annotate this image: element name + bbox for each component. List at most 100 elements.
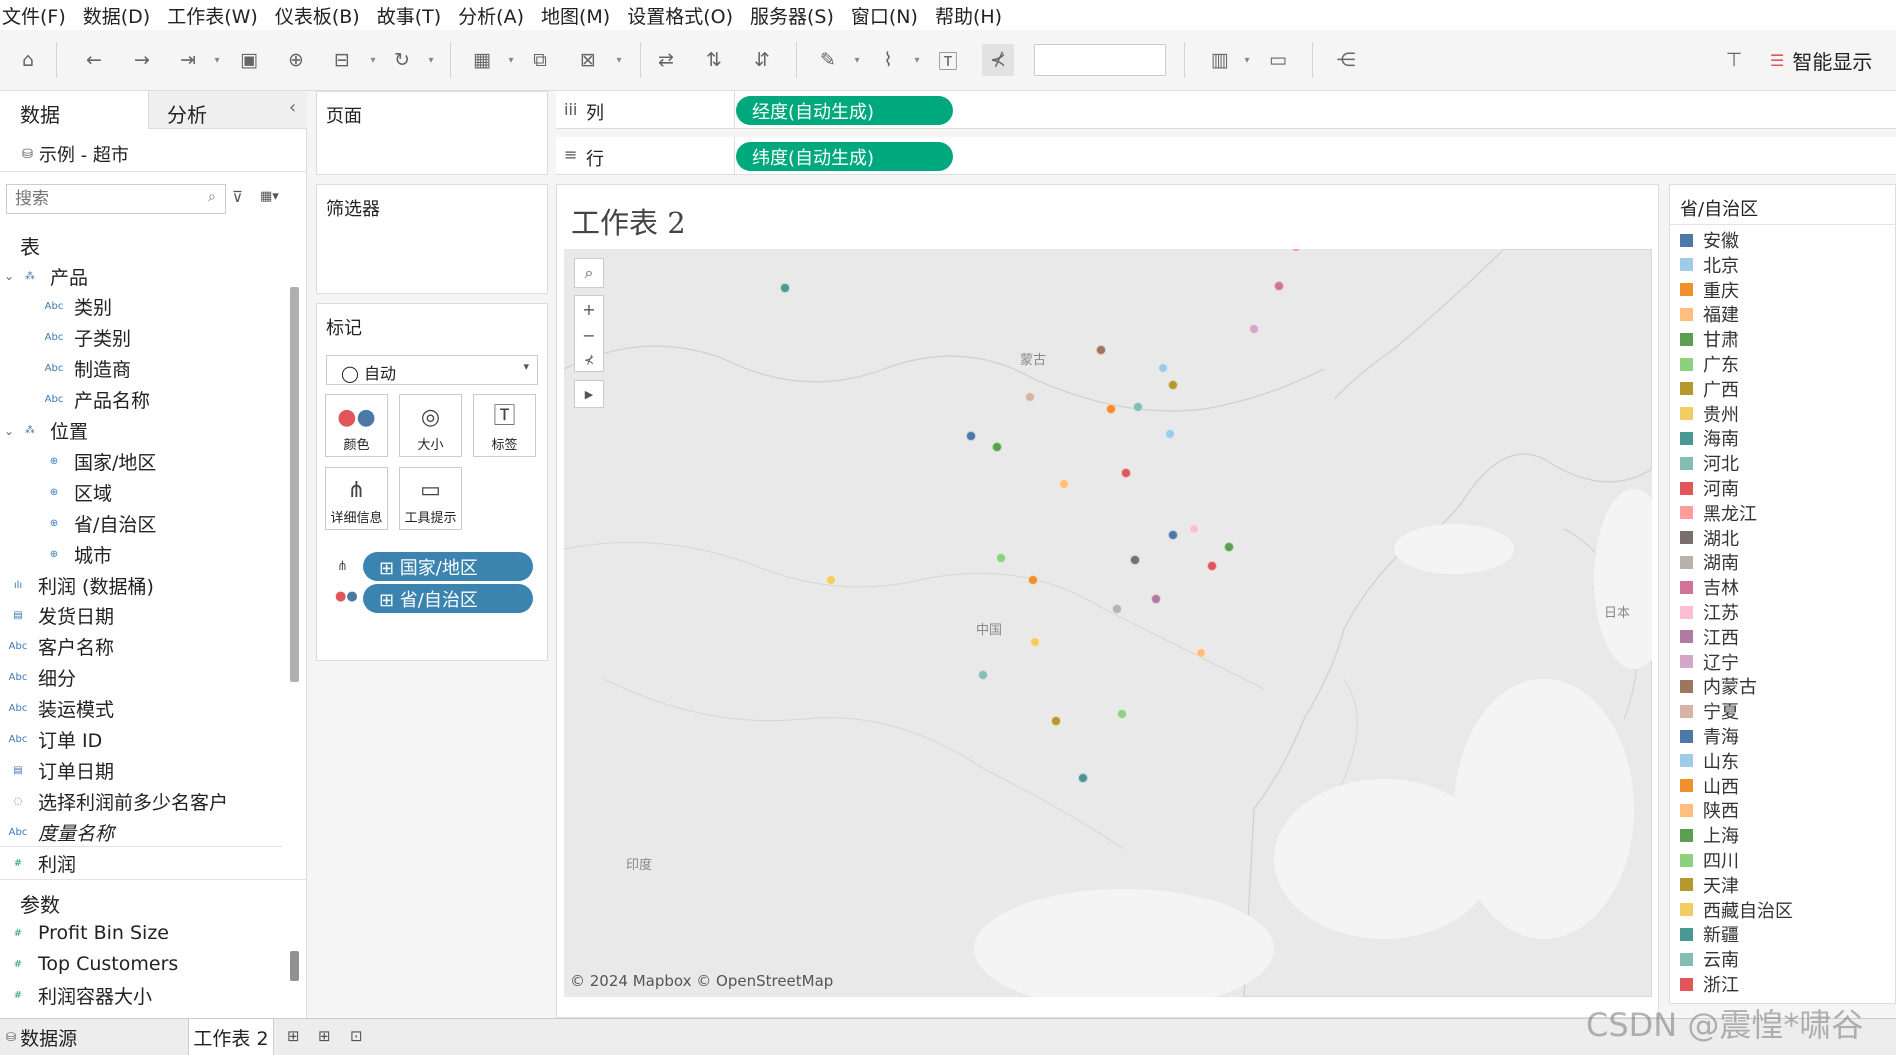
mark-pill-country[interactable]: ⊞ 国家/地区 xyxy=(363,552,533,581)
expand-icon[interactable]: ⌄ xyxy=(4,269,14,283)
legend-item[interactable]: 贵州 xyxy=(1680,402,1739,426)
map-mark[interactable] xyxy=(1077,773,1088,784)
legend-item[interactable]: 福建 xyxy=(1680,302,1739,326)
map-mark[interactable] xyxy=(1195,647,1206,658)
field-item[interactable]: Abc 类别 xyxy=(0,292,112,322)
field-item[interactable]: ▤ 订单日期 xyxy=(0,755,114,785)
dropdown-arrow-icon[interactable]: ▾ xyxy=(366,44,380,76)
new-datasource-icon[interactable]: ⊕ xyxy=(280,44,312,76)
map-mark[interactable] xyxy=(1157,363,1168,374)
field-item[interactable]: Abc 产品名称 xyxy=(0,385,150,415)
legend-item[interactable]: 内蒙古 xyxy=(1680,674,1757,698)
sort-descending-icon[interactable]: ⇵ xyxy=(746,44,778,76)
reset-map-icon[interactable]: ⊀ xyxy=(574,348,604,372)
menu-item[interactable]: 帮助(H) xyxy=(935,2,1002,29)
legend-item[interactable]: 天津 xyxy=(1680,873,1739,897)
smart-show-button[interactable]: ☰ 智能显示 xyxy=(1770,46,1872,75)
menu-item[interactable]: 窗口(N) xyxy=(851,2,918,29)
menu-item[interactable]: 数据(D) xyxy=(83,2,150,29)
param-item[interactable]: # 利润容器大小 xyxy=(0,980,152,1010)
group-members-icon[interactable]: ⌇ xyxy=(872,44,904,76)
map-mark[interactable] xyxy=(1095,344,1106,355)
swap-icon[interactable]: ⇄ xyxy=(650,44,682,76)
tab-datasource[interactable]: ⛁ 数据源 xyxy=(0,1019,180,1055)
show-labels-icon[interactable]: 🅃 xyxy=(932,44,964,76)
dropdown-arrow-icon[interactable]: ▾ xyxy=(612,44,626,76)
map-view[interactable]: 蒙古 中国 印度 日本 © 2024 Mapbox © OpenStreetMa… xyxy=(564,249,1652,997)
param-list-scrollbar[interactable] xyxy=(290,951,299,981)
field-item[interactable]: Abc 装运模式 xyxy=(0,694,114,724)
legend-item[interactable]: 湖北 xyxy=(1680,526,1739,550)
home-icon[interactable]: ⌂ xyxy=(12,44,44,76)
field-item[interactable]: ◌ 选择利润前多少名客户 xyxy=(0,786,228,816)
share-icon[interactable]: ⋲ xyxy=(1330,44,1362,76)
field-item[interactable]: ⊕ 区域 xyxy=(0,477,112,507)
menu-item[interactable]: 仪表板(B) xyxy=(275,2,360,29)
fix-axes-icon[interactable]: ⊀ xyxy=(982,44,1014,76)
legend-item[interactable]: 宁夏 xyxy=(1680,699,1739,723)
color-button[interactable]: ●● 颜色 xyxy=(325,394,388,457)
legend-item[interactable]: 北京 xyxy=(1680,253,1739,277)
zoom-in-icon[interactable]: + xyxy=(574,295,604,323)
columns-shelf[interactable]: iii 列 经度(自动生成) xyxy=(556,91,1896,129)
show-cards-icon[interactable]: ▥ xyxy=(1204,44,1236,76)
clear-sheet-icon[interactable]: ⊠ xyxy=(572,44,604,76)
size-button[interactable]: ◎ 大小 xyxy=(399,394,462,457)
map-mark[interactable] xyxy=(1150,593,1161,604)
field-item[interactable]: ⊕ 国家/地区 xyxy=(0,446,157,476)
field-item[interactable]: ⊕ 城市 xyxy=(0,539,112,569)
legend-item[interactable]: 河北 xyxy=(1680,451,1739,475)
legend-item[interactable]: 海南 xyxy=(1680,426,1739,450)
columns-pill[interactable]: 经度(自动生成) xyxy=(736,96,953,125)
datasource-item[interactable]: ⛁ 示例 - 超市 xyxy=(22,141,129,167)
field-item[interactable]: ⌄ ⁂ 位置 xyxy=(0,416,88,446)
menu-item[interactable]: 地图(M) xyxy=(541,2,610,29)
legend-item[interactable]: 重庆 xyxy=(1680,278,1739,302)
new-worksheet-tab-icon[interactable]: ⊞ xyxy=(287,1027,300,1045)
legend-item[interactable]: 甘肃 xyxy=(1680,327,1739,351)
sort-ascending-icon[interactable]: ⇅ xyxy=(698,44,730,76)
map-mark[interactable] xyxy=(1130,554,1141,565)
menu-item[interactable]: 故事(T) xyxy=(377,2,441,29)
tab-sheet-2[interactable]: 工作表 2 xyxy=(188,1019,274,1055)
new-dashboard-tab-icon[interactable]: ⊞ xyxy=(318,1027,331,1045)
mark-type-select[interactable]: ◯ 自动 ▾ xyxy=(326,355,538,385)
field-item[interactable]: Abc 度量名称 xyxy=(0,817,114,847)
legend-item[interactable]: 广西 xyxy=(1680,377,1739,401)
fit-select[interactable] xyxy=(1034,44,1166,76)
map-mark[interactable] xyxy=(992,441,1003,452)
legend-item[interactable]: 青海 xyxy=(1680,724,1739,748)
menu-item[interactable]: 分析(A) xyxy=(458,2,524,29)
field-item[interactable]: # 利润 xyxy=(0,848,76,878)
presentation-mode-icon[interactable]: ▭ xyxy=(1262,44,1294,76)
dropdown-arrow-icon[interactable]: ▾ xyxy=(1240,44,1254,76)
menu-item[interactable]: 设置格式(O) xyxy=(627,2,733,29)
view-options-icon[interactable]: ▦▾ xyxy=(260,189,279,204)
expand-toolbar-icon[interactable]: ▶ xyxy=(574,380,604,408)
legend-item[interactable]: 上海 xyxy=(1680,823,1739,847)
menu-item[interactable]: 服务器(S) xyxy=(750,2,834,29)
legend-item[interactable]: 广东 xyxy=(1680,352,1739,376)
legend-item[interactable]: 云南 xyxy=(1680,947,1739,971)
search-input[interactable] xyxy=(6,184,226,214)
map-mark[interactable] xyxy=(1059,478,1070,489)
legend-item[interactable]: 吉林 xyxy=(1680,575,1739,599)
map-mark[interactable] xyxy=(1274,280,1285,291)
legend-item[interactable]: 安徽 xyxy=(1680,228,1739,252)
rows-shelf[interactable]: ≡ 行 纬度(自动生成) xyxy=(556,137,1896,175)
legend-item[interactable]: 江苏 xyxy=(1680,600,1739,624)
new-story-tab-icon[interactable]: ⊡ xyxy=(350,1027,363,1045)
field-item[interactable]: Abc 订单 ID xyxy=(0,725,103,755)
undo-icon[interactable]: ← xyxy=(78,44,110,76)
map-mark[interactable] xyxy=(1111,604,1122,615)
detail-button[interactable]: ⋔ 详细信息 xyxy=(325,467,388,530)
field-item[interactable]: ⌄ ⁂ 产品 xyxy=(0,261,88,291)
refresh-icon[interactable]: ↻ xyxy=(386,44,418,76)
map-mark[interactable] xyxy=(1051,715,1062,726)
legend-item[interactable]: 西藏自治区 xyxy=(1680,898,1793,922)
mark-pill-province[interactable]: ⊞ 省/自治区 xyxy=(363,584,533,613)
dropdown-arrow-icon[interactable]: ▾ xyxy=(504,44,518,76)
param-item[interactable]: # Profit Bin Size xyxy=(0,918,169,948)
replay-icon[interactable]: ⇥ xyxy=(172,44,204,76)
save-icon[interactable]: ▣ xyxy=(233,44,265,76)
